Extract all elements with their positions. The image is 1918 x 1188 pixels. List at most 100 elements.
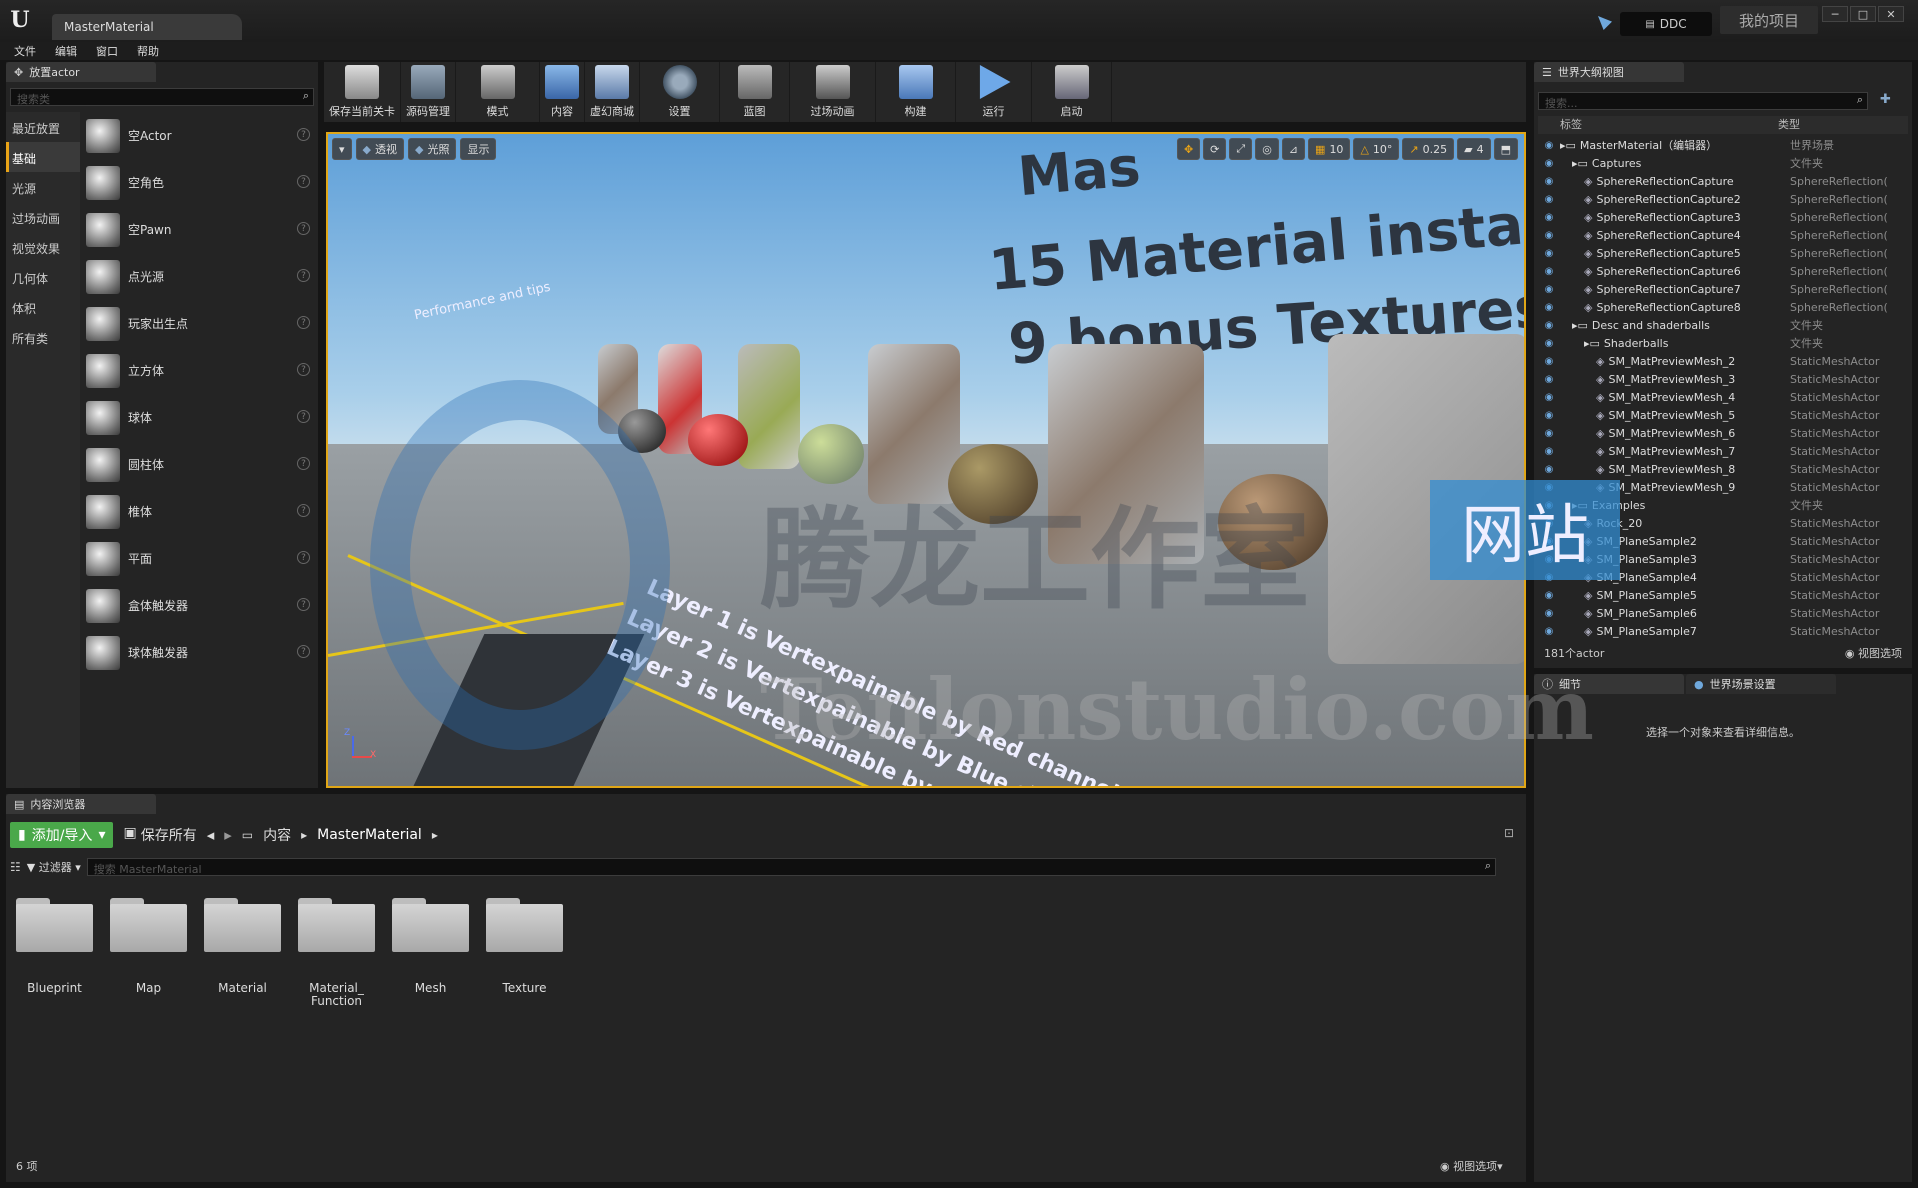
eye-icon[interactable]: ◉ [1538, 338, 1560, 349]
eye-icon[interactable]: ◉ [1538, 626, 1560, 637]
help-icon[interactable]: ? [297, 363, 310, 376]
blueprint-button[interactable]: 蓝图 [720, 62, 790, 122]
actor-item-empty-character[interactable]: 空角色? [86, 159, 318, 206]
close-button[interactable]: ✕ [1878, 6, 1904, 22]
actor-item-empty-pawn[interactable]: 空Pawn? [86, 206, 318, 253]
content-view-options-button[interactable]: ◉ 视图选项▾ [1440, 1158, 1503, 1174]
eye-icon[interactable]: ◉ [1538, 284, 1560, 295]
maximize-viewport-icon[interactable]: ⬒ [1493, 138, 1518, 160]
outliner-row[interactable]: ◉ ◈ SM_MatPreviewMesh_7 StaticMeshActor [1538, 442, 1908, 460]
category-basic[interactable]: 基础 [6, 142, 80, 172]
eye-icon[interactable]: ◉ [1538, 590, 1560, 601]
content-folder[interactable]: Map [110, 898, 187, 1008]
help-icon[interactable]: ? [297, 316, 310, 329]
content-folder[interactable]: Material [204, 898, 281, 1008]
outliner-row[interactable]: ◉ ◈ SM_MatPreviewMesh_3 StaticMeshActor [1538, 370, 1908, 388]
category-recent[interactable]: 最近放置 [6, 112, 80, 142]
actor-item-cylinder[interactable]: 圆柱体? [86, 441, 318, 488]
content-folder[interactable]: Mesh [392, 898, 469, 1008]
outliner-row[interactable]: ◉ ◈ SphereReflectionCapture6 SphereReflecti… [1538, 262, 1908, 280]
help-icon[interactable]: ? [297, 457, 310, 470]
world-icon[interactable]: ◎ [1255, 138, 1279, 160]
category-visual-effects[interactable]: 视觉效果 [6, 232, 80, 262]
source-control-button[interactable]: 源码管理 [401, 62, 456, 122]
help-icon[interactable]: ? [297, 551, 310, 564]
outliner-row[interactable]: ◉ ◈ SphereReflectionCapture5 SphereReflecti… [1538, 244, 1908, 262]
document-tab[interactable]: MasterMaterial [52, 14, 242, 40]
outliner-row[interactable]: ◉ ◈ SphereReflectionCapture SphereReflectio… [1538, 172, 1908, 190]
outliner-row[interactable]: ◉ ◈ SM_MatPreviewMesh_2 StaticMeshActor [1538, 352, 1908, 370]
category-volumes[interactable]: 体积 [6, 292, 80, 322]
outliner-row[interactable]: ◉ ◈ SphereReflectionCapture3 SphereReflecti… [1538, 208, 1908, 226]
ddc-button[interactable]: ▤ DDC [1620, 12, 1712, 36]
eye-icon[interactable]: ◉ [1538, 176, 1560, 187]
outliner-row[interactable]: ◉ ◈ SphereReflectionCapture7 SphereReflecti… [1538, 280, 1908, 298]
filters-button[interactable]: ▼ 过滤器 ▾ [27, 859, 81, 875]
lit-button[interactable]: ◆ 光照 [408, 138, 457, 160]
outliner-row[interactable]: ◉ ▸▭ Shaderballs 文件夹 [1538, 334, 1908, 352]
eye-icon[interactable]: ◉ [1538, 230, 1560, 241]
actor-item-cube[interactable]: 立方体? [86, 347, 318, 394]
eye-icon[interactable]: ◉ [1538, 464, 1560, 475]
help-icon[interactable]: ? [297, 222, 310, 235]
world-settings-tab[interactable]: ● 世界场景设置 [1686, 674, 1836, 694]
actor-item-point-light[interactable]: 点光源? [86, 253, 318, 300]
content-folder[interactable]: Blueprint [16, 898, 93, 1008]
my-project-button[interactable]: 我的项目 [1720, 6, 1818, 34]
grid-snap-button[interactable]: ▦ 10 [1308, 138, 1351, 160]
eye-icon[interactable]: ◉ [1538, 392, 1560, 403]
content-browser-tab[interactable]: ▤ 内容浏览器 [6, 794, 156, 814]
outliner-row[interactable]: ◉ ▸▭ MasterMaterial（编辑器） 世界场景 [1538, 136, 1908, 154]
camera-speed-button[interactable]: ▰ 4 [1457, 138, 1491, 160]
save-all-button[interactable]: ▣ 保存所有 [123, 825, 196, 845]
eye-icon[interactable]: ◉ [1538, 158, 1560, 169]
help-icon[interactable]: ? [297, 504, 310, 517]
outliner-row[interactable]: ◉ ◈ SphereReflectionCapture8 SphereReflecti… [1538, 298, 1908, 316]
help-icon[interactable]: ? [297, 269, 310, 282]
content-button[interactable]: 内容 [540, 62, 585, 122]
actor-item-plane[interactable]: 平面? [86, 535, 318, 582]
outliner-row[interactable]: ◉ ◈ SM_MatPreviewMesh_8 StaticMeshActor [1538, 460, 1908, 478]
category-lights[interactable]: 光源 [6, 172, 80, 202]
outliner-row[interactable]: ◉ ▸▭ Desc and shaderballs 文件夹 [1538, 316, 1908, 334]
actor-item-sphere[interactable]: 球体? [86, 394, 318, 441]
outliner-row[interactable]: ◉ ◈ SM_MatPreviewMesh_6 StaticMeshActor [1538, 424, 1908, 442]
outliner-row[interactable]: ◉ ◈ SphereReflectionCapture4 SphereReflecti… [1538, 226, 1908, 244]
actor-item-player-start[interactable]: 玩家出生点? [86, 300, 318, 347]
viewport-options-button[interactable]: ▾ [332, 138, 352, 160]
content-folder[interactable]: Texture [486, 898, 563, 1008]
outliner-row[interactable]: ◉ ◈ SM_PlaneSample6 StaticMeshActor [1538, 604, 1908, 622]
lock-icon[interactable]: ⊡ [1504, 826, 1514, 840]
sources-toggle-icon[interactable]: ☷ [10, 860, 21, 874]
help-icon[interactable]: ? [297, 645, 310, 658]
modes-button[interactable]: 模式 [456, 62, 540, 122]
eye-icon[interactable]: ◉ [1538, 410, 1560, 421]
path-separator-icon[interactable]: ▸ [432, 828, 438, 842]
forward-arrow-icon[interactable]: ▸ [224, 826, 232, 844]
eye-icon[interactable]: ◉ [1538, 446, 1560, 457]
help-icon[interactable]: ? [297, 410, 310, 423]
cinematics-button[interactable]: 过场动画 [790, 62, 876, 122]
maximize-button[interactable]: □ [1850, 6, 1876, 22]
rotate-icon[interactable]: ⟳ [1203, 138, 1227, 160]
outliner-row[interactable]: ◉ ◈ SphereReflectionCapture2 SphereReflecti… [1538, 190, 1908, 208]
play-button[interactable]: 运行 [956, 62, 1032, 122]
help-icon[interactable]: ? [297, 128, 310, 141]
add-icon[interactable]: ✚ [1880, 92, 1900, 110]
outliner-row[interactable]: ◉ ◈ SM_MatPreviewMesh_4 StaticMeshActor [1538, 388, 1908, 406]
add-import-button[interactable]: ▮ 添加/导入 ▾ [10, 822, 114, 848]
eye-icon[interactable]: ◉ [1538, 356, 1560, 367]
place-search-input[interactable]: 搜索类 ⌕ [10, 88, 314, 106]
rotation-snap-button[interactable]: △ 10° [1353, 138, 1400, 160]
scale-snap-button[interactable]: ↗ 0.25 [1402, 138, 1455, 160]
eye-icon[interactable]: ◉ [1538, 140, 1560, 151]
eye-icon[interactable]: ◉ [1538, 266, 1560, 277]
launch-button[interactable]: 启动 [1032, 62, 1112, 122]
perspective-button[interactable]: ◆ 透视 [355, 138, 404, 160]
actor-item-empty-actor[interactable]: 空Actor? [86, 112, 318, 159]
build-button[interactable]: 构建 [876, 62, 956, 122]
category-all-classes[interactable]: 所有类 [6, 322, 80, 352]
content-search-input[interactable]: 搜索 MasterMaterial ⌕ [86, 858, 1496, 876]
column-label-header[interactable]: 标签 [1538, 116, 1778, 134]
help-icon[interactable]: ? [297, 175, 310, 188]
